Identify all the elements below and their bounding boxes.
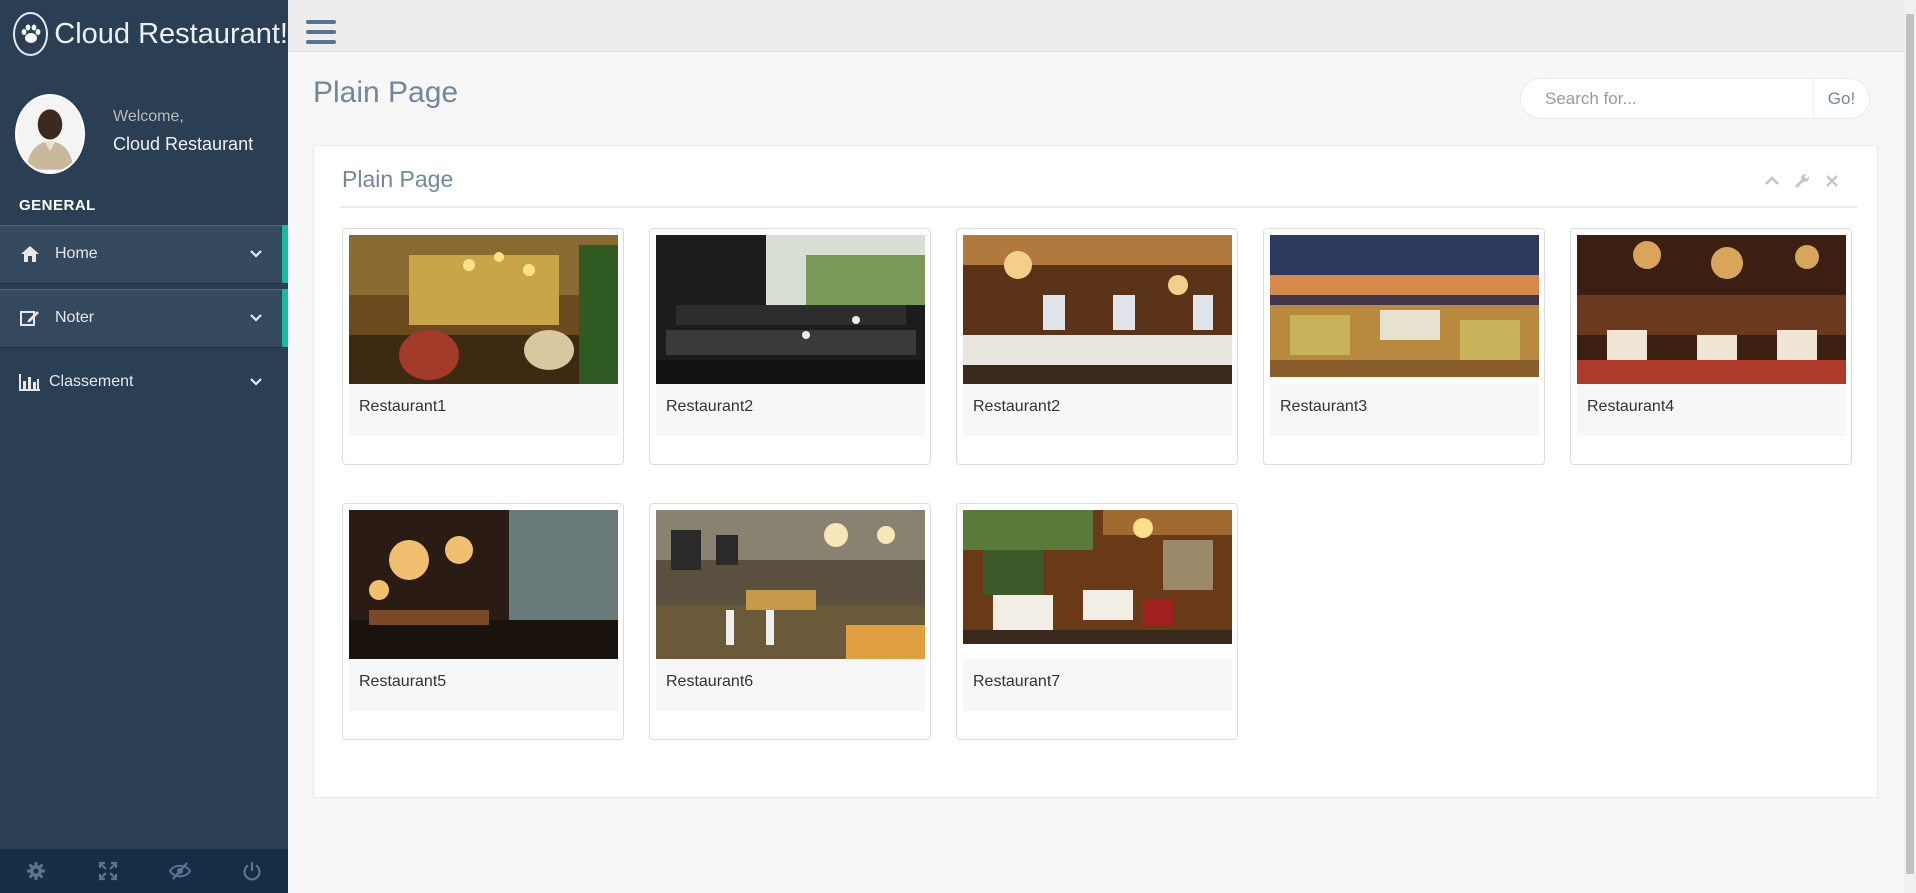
chevron-down-icon <box>250 309 262 327</box>
side-nav: Home Noter Classement <box>0 225 288 417</box>
restaurant-name: Restaurant3 <box>1270 384 1539 436</box>
content-panel: Plain Page Restaurant1 Restaurant2 Resta… <box>313 145 1878 798</box>
restaurant-card[interactable]: Restaurant1 <box>342 228 624 465</box>
restaurant-image[interactable] <box>656 510 925 660</box>
restaurant-name: Restaurant2 <box>963 384 1232 436</box>
sidebar-item-label: Home <box>55 245 98 262</box>
restaurant-card[interactable]: Restaurant2 <box>956 228 1238 465</box>
restaurant-name: Restaurant1 <box>349 384 618 436</box>
restaurant-image[interactable] <box>1577 235 1846 385</box>
restaurant-image[interactable] <box>656 235 925 385</box>
home-icon <box>19 244 41 264</box>
eye-slash-icon[interactable] <box>144 849 216 893</box>
welcome-text: Welcome, <box>113 108 184 125</box>
restaurant-image[interactable] <box>349 235 618 385</box>
sidebar-item-label: Classement <box>49 373 134 390</box>
restaurant-name: Restaurant6 <box>656 659 925 711</box>
fullscreen-icon[interactable] <box>72 849 144 893</box>
sidebar: Cloud Restaurant! Welcome, Cloud Restaur… <box>0 0 288 893</box>
avatar[interactable] <box>15 94 85 174</box>
search-go-button[interactable]: Go! <box>1813 79 1869 118</box>
section-title-general: GENERAL <box>19 197 96 214</box>
edit-icon <box>19 308 41 328</box>
bar-chart-icon <box>19 372 41 392</box>
restaurant-name: Restaurant7 <box>963 659 1232 711</box>
restaurant-card[interactable]: Restaurant7 <box>956 503 1238 740</box>
sidebar-item-noter[interactable]: Noter <box>0 289 288 347</box>
panel-divider <box>340 206 1857 208</box>
panel-toolbox <box>1763 172 1841 190</box>
restaurant-image[interactable] <box>963 235 1232 385</box>
restaurant-image[interactable] <box>349 510 618 660</box>
restaurant-name: Restaurant2 <box>656 384 925 436</box>
restaurant-name: Restaurant5 <box>349 659 618 711</box>
brand[interactable]: Cloud Restaurant! <box>0 0 288 68</box>
chevron-down-icon <box>250 373 262 391</box>
page-scrollbar[interactable] <box>1904 0 1916 893</box>
chevron-down-icon <box>250 245 262 263</box>
brand-title: Cloud Restaurant! <box>54 17 288 50</box>
power-icon[interactable] <box>216 849 288 893</box>
close-icon[interactable] <box>1823 172 1841 190</box>
restaurant-card[interactable]: Restaurant3 <box>1263 228 1545 465</box>
panel-title: Plain Page <box>342 166 454 192</box>
sidebar-footer <box>0 849 288 893</box>
wrench-icon[interactable] <box>1793 172 1811 190</box>
restaurant-image[interactable] <box>963 510 1232 644</box>
scrollbar-thumb[interactable] <box>1906 14 1914 874</box>
restaurant-card[interactable]: Restaurant5 <box>342 503 624 740</box>
sidebar-item-label: Noter <box>55 309 95 326</box>
restaurant-image[interactable] <box>1270 235 1539 377</box>
restaurant-name: Restaurant4 <box>1577 384 1846 436</box>
restaurant-card[interactable]: Restaurant4 <box>1570 228 1852 465</box>
search-input[interactable] <box>1521 79 1813 118</box>
menu-toggle-icon[interactable] <box>306 20 336 44</box>
paw-icon <box>13 12 49 56</box>
sidebar-item-classement[interactable]: Classement <box>0 353 288 411</box>
restaurant-card[interactable]: Restaurant6 <box>649 503 931 740</box>
search-bar: Go! <box>1520 78 1870 119</box>
restaurant-card[interactable]: Restaurant2 <box>649 228 931 465</box>
username: Cloud Restaurant <box>113 134 254 154</box>
page-title: Plain Page <box>313 76 459 109</box>
settings-icon[interactable] <box>0 849 72 893</box>
sidebar-item-home[interactable]: Home <box>0 225 288 283</box>
chevron-up-icon[interactable] <box>1763 172 1781 190</box>
top-nav <box>288 0 1904 52</box>
